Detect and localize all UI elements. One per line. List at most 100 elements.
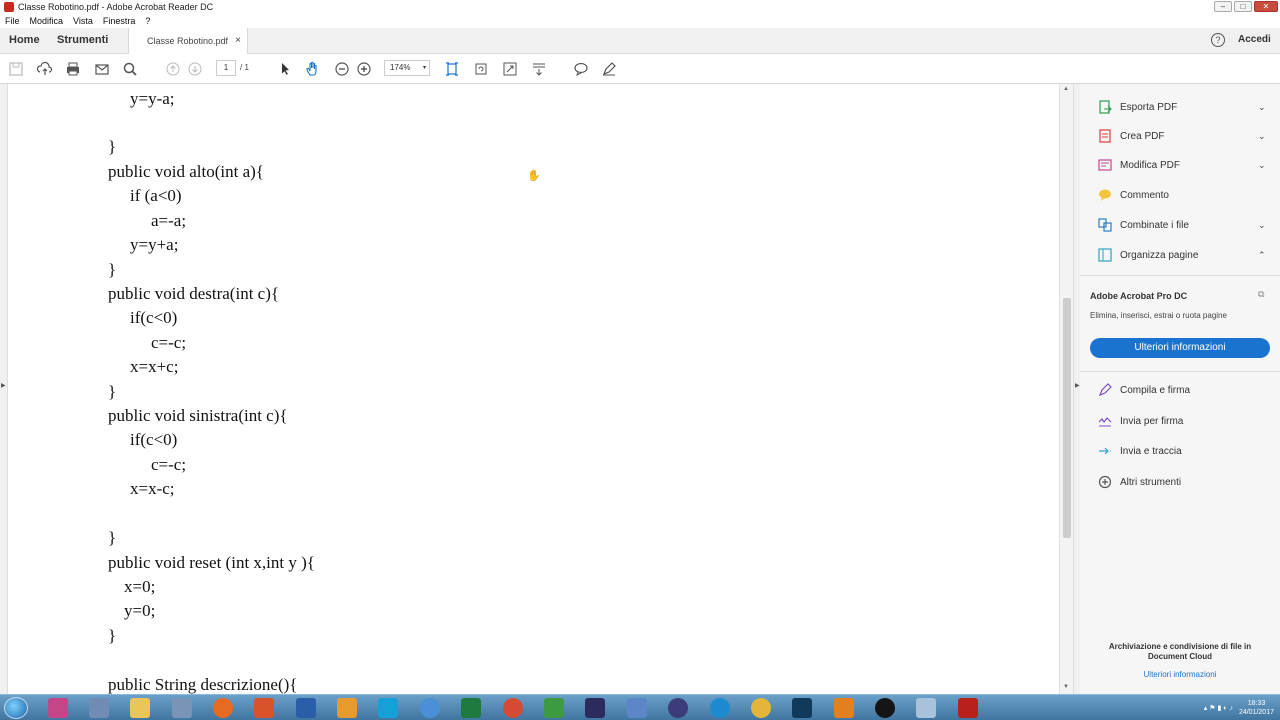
tab-document[interactable]: Classe Robotino.pdf × [128, 28, 248, 55]
taskbar-app-icon[interactable] [172, 698, 192, 718]
chevron-down-icon[interactable]: ⌄ [1258, 102, 1266, 113]
print-icon[interactable] [64, 60, 82, 78]
tool-send-track[interactable]: Invia e traccia [1098, 441, 1182, 461]
chevron-down-icon[interactable]: ⌄ [1258, 220, 1266, 231]
copy-icon[interactable]: ⧉ [1258, 289, 1264, 300]
taskbar-app-icon[interactable] [544, 698, 564, 718]
taskbar-app-icon[interactable] [875, 698, 895, 718]
taskbar-app-icon[interactable] [420, 698, 440, 718]
close-tab-icon[interactable]: × [235, 35, 241, 46]
page-number-input[interactable]: 1 [216, 60, 236, 76]
code-line: y=y-a; [130, 89, 175, 108]
code-line: y=y+a; [130, 235, 179, 254]
eclipse-icon[interactable] [668, 698, 688, 718]
chevron-up-icon[interactable]: ⌃ [1258, 250, 1266, 261]
save-icon[interactable] [7, 60, 25, 78]
organize-pages-icon [1098, 248, 1112, 262]
highlight-pen-icon[interactable] [600, 60, 618, 78]
comment-tool-icon[interactable] [572, 60, 590, 78]
hand-tool-icon[interactable] [304, 60, 322, 78]
tool-send-for-signature[interactable]: Invia per firma [1098, 411, 1183, 431]
upload-icon[interactable] [36, 60, 54, 78]
taskbar-app-icon[interactable] [627, 698, 647, 718]
menu-file[interactable]: File [5, 16, 20, 26]
tool-create-pdf[interactable]: Crea PDF ⌄ [1098, 126, 1266, 146]
tool-combine-files[interactable]: Combinate i file ⌄ [1098, 215, 1266, 235]
fit-page-icon[interactable] [443, 60, 461, 78]
close-window-button[interactable]: ✕ [1254, 1, 1278, 12]
send-track-icon [1099, 447, 1111, 455]
teamviewer-icon[interactable] [378, 698, 398, 718]
zoom-in-icon[interactable] [355, 60, 373, 78]
hand-cursor-icon: ✋ [527, 170, 541, 182]
tab-home[interactable]: Home [9, 34, 40, 46]
tool-comment[interactable]: Commento [1098, 185, 1169, 205]
tool-edit-pdf[interactable]: Modifica PDF ⌄ [1098, 155, 1266, 175]
chrome-icon[interactable] [751, 698, 771, 718]
firefox-icon[interactable] [213, 698, 233, 718]
combine-files-icon [1098, 218, 1112, 232]
search-icon[interactable] [121, 60, 139, 78]
taskbar-app-icon[interactable] [503, 698, 523, 718]
scroll-mode-icon[interactable] [530, 60, 548, 78]
scrollbar-thumb[interactable] [1063, 298, 1071, 538]
more-info-button[interactable]: Ulteriori informazioni [1090, 338, 1270, 358]
scroll-down-icon[interactable]: ▼ [1063, 684, 1069, 690]
login-link[interactable]: Accedi [1238, 34, 1271, 45]
code-line: public void alto(int a){ [108, 162, 264, 181]
menu-finestra[interactable]: Finestra [103, 16, 136, 26]
right-panel-splitter[interactable]: ▶ [1073, 84, 1080, 694]
excel-icon[interactable] [461, 698, 481, 718]
tool-label: Esporta PDF [1120, 101, 1178, 113]
scroll-up-icon[interactable]: ▲ [1063, 86, 1069, 92]
tray-icons[interactable]: ▴ ⚑ ▮ ◐ ♪ [1204, 704, 1233, 712]
code-line: } [108, 137, 117, 156]
illustrator-icon[interactable] [834, 698, 854, 718]
photoshop-icon[interactable] [792, 698, 812, 718]
vertical-scrollbar[interactable]: ▲ ▼ [1059, 84, 1073, 694]
menu-help[interactable]: ? [145, 16, 150, 26]
document-cloud-link[interactable]: Ulteriori informazioni [1090, 670, 1270, 679]
divider [1080, 275, 1280, 276]
help-icon[interactable]: ? [1211, 33, 1225, 47]
taskbar-app-icon[interactable] [916, 698, 936, 718]
chevron-down-icon[interactable]: ⌄ [1258, 160, 1266, 171]
code-line: } [108, 528, 117, 547]
taskbar-app-icon[interactable] [89, 698, 109, 718]
taskbar-app-icon[interactable] [48, 698, 68, 718]
zoom-caret-icon: ▾ [422, 65, 426, 71]
tool-organize-pages[interactable]: Organizza pagine ⌃ [1098, 245, 1266, 265]
full-screen-icon[interactable] [501, 60, 519, 78]
code-line: c=-c; [151, 455, 187, 474]
menu-vista[interactable]: Vista [73, 16, 93, 26]
start-button[interactable] [4, 697, 28, 719]
tool-export-pdf[interactable]: Esporta PDF ⌄ [1098, 97, 1266, 117]
zoom-value: 174% [390, 63, 411, 72]
tool-label: Combinate i file [1120, 219, 1189, 231]
zoom-out-icon[interactable] [333, 60, 351, 78]
tab-tools[interactable]: Strumenti [57, 34, 108, 46]
taskbar-app-icon[interactable] [710, 698, 730, 718]
chevron-down-icon[interactable]: ⌄ [1258, 131, 1266, 142]
code-line: public void destra(int c){ [108, 284, 280, 303]
taskbar-app-icon[interactable] [337, 698, 357, 718]
menu-modifica[interactable]: Modifica [30, 16, 64, 26]
previous-page-icon[interactable] [164, 60, 182, 78]
next-page-icon[interactable] [186, 60, 204, 78]
maximize-button[interactable]: □ [1234, 1, 1252, 12]
taskbar-app-icon[interactable] [254, 698, 274, 718]
rotate-icon[interactable] [472, 60, 490, 78]
minimize-button[interactable]: – [1214, 1, 1232, 12]
zoom-select[interactable]: 174% ▾ [384, 60, 430, 76]
tool-more-tools[interactable]: Altri strumenti [1098, 472, 1181, 492]
folder-icon[interactable] [130, 698, 150, 718]
word-icon[interactable] [296, 698, 316, 718]
email-icon[interactable] [93, 60, 111, 78]
tool-fill-sign[interactable]: Compila e firma [1098, 380, 1190, 400]
clock[interactable]: 18:33 24/01/2017 [1239, 699, 1274, 717]
left-panel-toggle[interactable]: ▶ [0, 84, 8, 694]
acrobat-taskbar-icon[interactable] [958, 698, 978, 718]
select-arrow-icon[interactable] [276, 60, 294, 78]
visual-studio-icon[interactable] [585, 698, 605, 718]
clock-time: 18:33 [1247, 700, 1266, 707]
